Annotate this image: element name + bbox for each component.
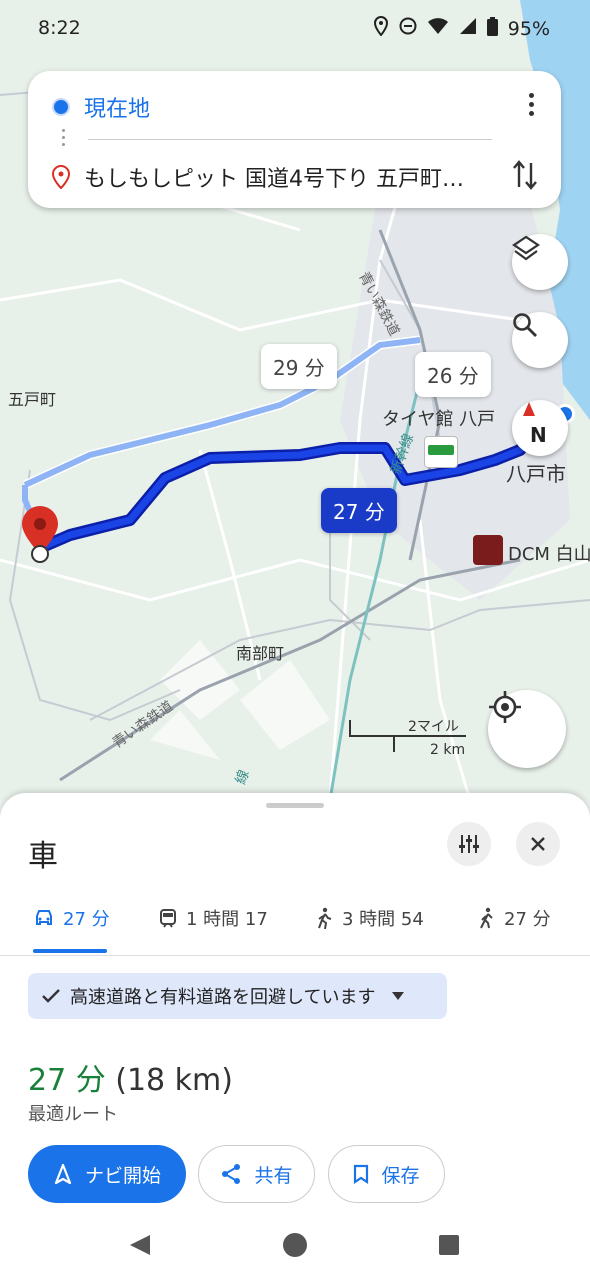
swap-icon [513, 160, 537, 190]
close-button[interactable] [516, 822, 560, 866]
share-icon [222, 1164, 241, 1184]
system-nav-bar [0, 1210, 590, 1280]
signal-icon [459, 17, 477, 40]
swap-button[interactable] [511, 159, 539, 195]
search-button[interactable] [512, 312, 568, 368]
route-summary: 27 分 (18 km) [28, 1055, 233, 1099]
label-hachinohe: 八戸市 [506, 462, 566, 486]
route-chip-selected[interactable]: 27 分 [321, 488, 397, 533]
check-icon [42, 989, 60, 1003]
tab-walk[interactable]: 3 時間 54 [314, 905, 424, 931]
recents-icon[interactable] [437, 1233, 461, 1257]
crosshair-icon [489, 691, 521, 723]
layers-icon [512, 235, 540, 261]
tab-car[interactable]: 27 分 [33, 905, 110, 931]
close-icon [531, 837, 545, 851]
connector-dots [62, 129, 65, 150]
dcm-store-icon[interactable] [473, 535, 503, 565]
layers-button[interactable] [512, 234, 568, 290]
train-icon [160, 909, 176, 928]
tab-transit[interactable]: 1 時間 17 [158, 905, 268, 931]
mode-title: 車 [28, 839, 58, 874]
battery-icon [486, 16, 498, 41]
more-options-icon[interactable] [529, 93, 535, 120]
scale-miles: 2マイル [408, 719, 459, 735]
tab-walk-label: 3 時間 54 [342, 909, 424, 930]
origin-field[interactable]: 現在地 [84, 91, 150, 123]
label-gonohe: 五戸町 [8, 390, 57, 409]
label-nanbu: 南部町 [236, 644, 285, 663]
back-icon[interactable] [128, 1233, 152, 1257]
route-distance: (18 km) [115, 1063, 233, 1098]
status-bar: 8:22 95% [0, 0, 590, 60]
search-icon [513, 313, 537, 337]
my-location-button[interactable] [488, 690, 566, 768]
dropdown-arrow-icon [392, 992, 405, 1000]
destination-row[interactable]: もしもしピット 国道4号下り 五戸町… [52, 161, 464, 193]
route-chip-alt-1[interactable]: 29 分 [261, 344, 337, 389]
route-description: 最適ルート [28, 1104, 118, 1125]
dnd-icon [399, 17, 417, 40]
car-icon [36, 910, 52, 925]
avoid-label: 高速道路と有料道路を回避しています [70, 987, 376, 1008]
directions-card: 現在地 もしもしピット 国道4号下り 五戸町… [28, 71, 561, 208]
travel-mode-tabs: 27 分 1 時間 17 3 時間 54 27 分 [0, 893, 590, 956]
compass-button[interactable]: N [512, 400, 568, 456]
tab-transit-label: 1 時間 17 [186, 909, 268, 930]
origin-row[interactable]: 現在地 [52, 91, 150, 123]
destination-pin-outline-icon [52, 165, 70, 189]
compass-label: N [530, 423, 547, 447]
route-duration: 27 分 [28, 1063, 106, 1098]
share-label: 共有 [254, 1164, 293, 1187]
directions-sheet: 車 27 分 1 時間 17 3 時間 54 27 分 高速道路と有料道路を回避… [0, 793, 590, 1280]
destination-pin-icon[interactable] [20, 504, 60, 566]
scale-km: 2 km [430, 742, 466, 758]
battery-level: 95% [507, 17, 550, 40]
save-button[interactable]: 保存 [328, 1145, 445, 1203]
start-navigation-label: ナビ開始 [84, 1164, 161, 1187]
start-navigation-button[interactable]: ナビ開始 [28, 1145, 186, 1203]
destination-field[interactable]: もしもしピット 国道4号下り 五戸町… [84, 161, 464, 193]
active-tab-indicator [33, 949, 107, 953]
walk-icon [318, 907, 332, 929]
origin-dot-icon [52, 98, 70, 116]
route-chip-alt-2[interactable]: 26 分 [415, 352, 491, 397]
ride-icon [480, 907, 493, 929]
tab-ride[interactable]: 27 分 [476, 905, 551, 931]
save-label: 保存 [381, 1164, 420, 1187]
route-options-button[interactable] [447, 822, 491, 866]
status-icons: 95% [373, 15, 550, 41]
tune-icon [459, 835, 479, 853]
divider [88, 139, 492, 140]
home-icon[interactable] [282, 1232, 308, 1258]
avoid-tolls-chip[interactable]: 高速道路と有料道路を回避しています [28, 973, 447, 1019]
label-tire-shop: タイヤ館 八戸 [382, 409, 496, 430]
navigation-arrow-icon [54, 1163, 72, 1185]
location-icon [373, 15, 389, 41]
tire-shop-icon[interactable] [424, 436, 458, 468]
bookmark-icon [354, 1164, 369, 1184]
wifi-icon [427, 17, 449, 40]
label-dcm: DCM 白山 [508, 544, 590, 565]
tab-car-label: 27 分 [63, 909, 110, 930]
status-time: 8:22 [38, 17, 81, 39]
drag-handle[interactable] [266, 803, 324, 808]
tab-ride-label: 27 分 [504, 909, 551, 930]
share-button[interactable]: 共有 [198, 1145, 315, 1203]
